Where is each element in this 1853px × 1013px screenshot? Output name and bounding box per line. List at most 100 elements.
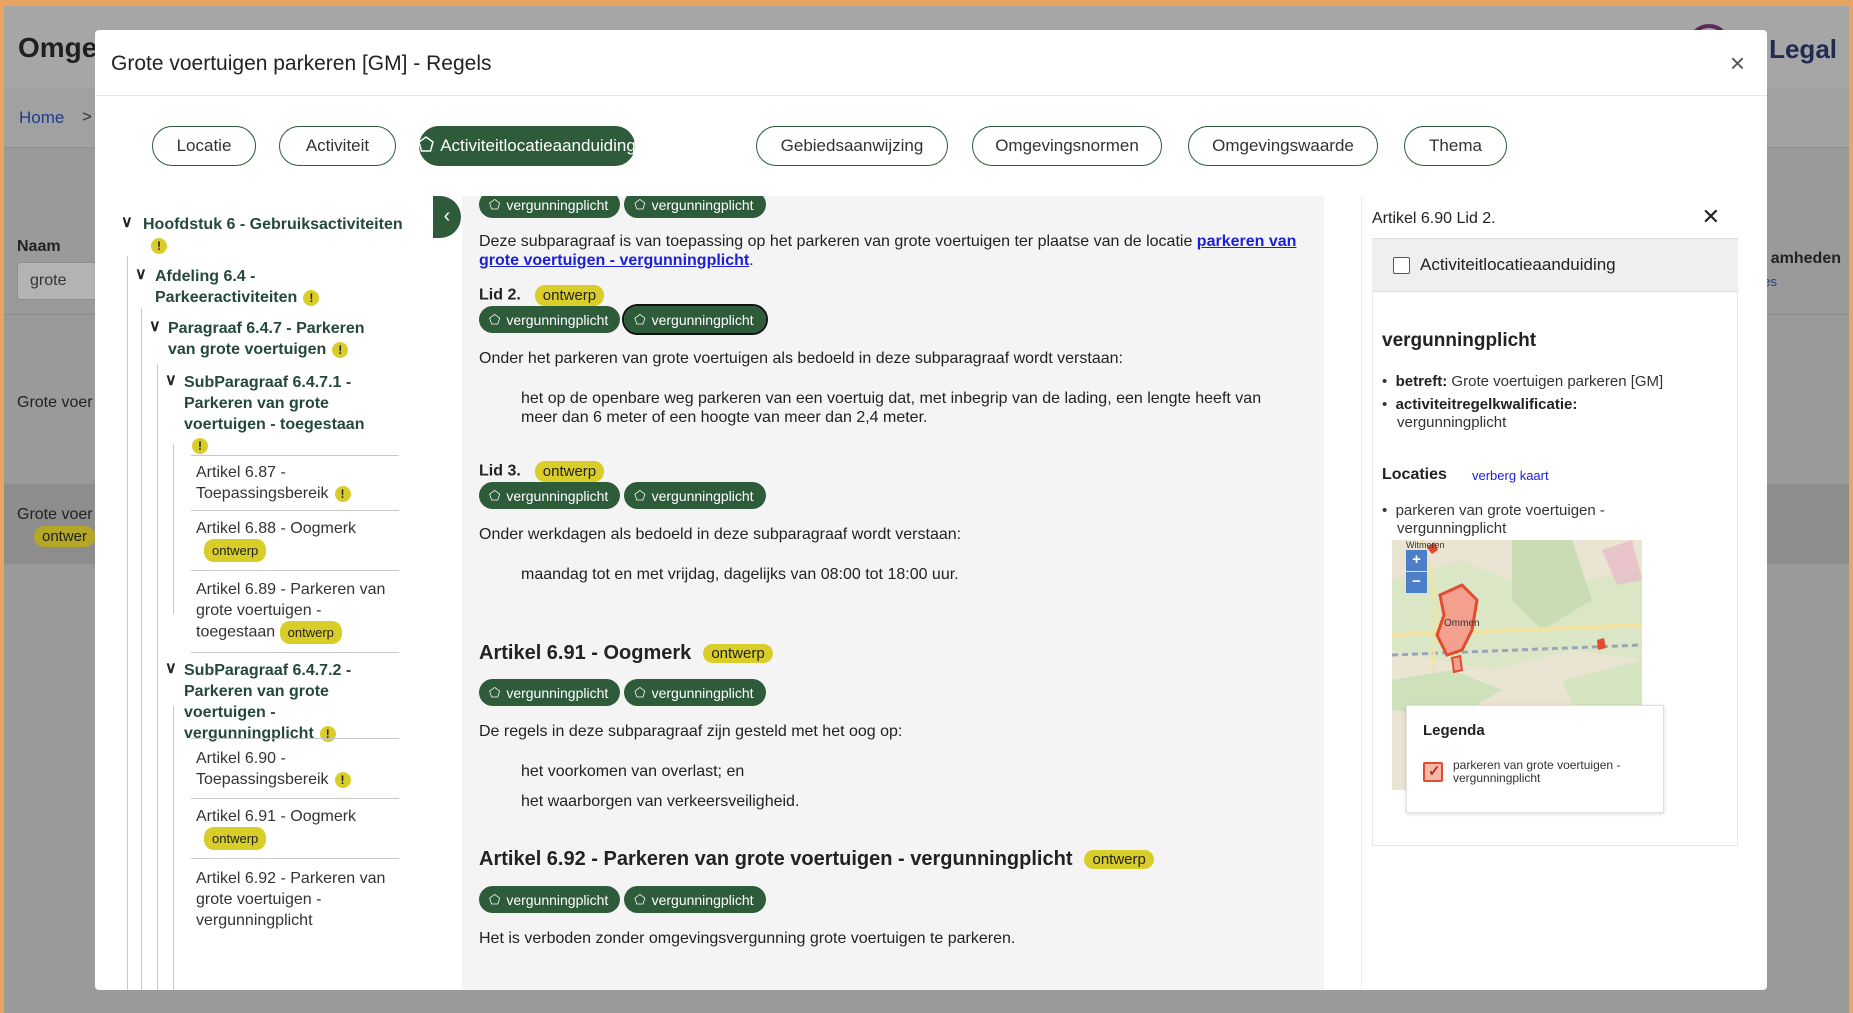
tag-label: vergunningplicht — [651, 487, 754, 504]
tree-label: Artikel 6.88 - Oogmerk — [196, 520, 357, 537]
tree-artikel-6-90[interactable]: Artikel 6.90 - Toepassingsbereik! — [196, 748, 396, 790]
detail-kwalificatie: • activiteitregelkwalificatie: vergunning… — [1382, 396, 1578, 431]
close-icon[interactable]: × — [1730, 48, 1745, 79]
close-icon[interactable]: ✕ — [1702, 204, 1720, 230]
lid3-definition: maandag tot en met vrijdag, dagelijks va… — [521, 566, 959, 583]
divider — [191, 858, 399, 859]
chevron-down-icon[interactable]: ∨ — [165, 658, 177, 678]
tree-label: Artikel 6.91 - Oogmerk — [196, 808, 357, 825]
naam-input[interactable]: grote — [17, 262, 107, 300]
detail-heading: vergunningplicht — [1382, 330, 1537, 351]
zoom-out-button[interactable]: − — [1406, 572, 1427, 593]
divider — [191, 455, 399, 456]
locaties-heading: Locaties — [1382, 466, 1447, 483]
filter-omgevingsnormen[interactable]: Omgevingsnormen — [972, 126, 1162, 166]
filter-activiteit[interactable]: Activiteit — [279, 126, 396, 166]
filter-label: Omgevingsnormen — [995, 136, 1139, 155]
warning-icon: ! — [303, 289, 320, 306]
filter-gebiedsaanwijzing[interactable]: Gebiedsaanwijzing — [756, 126, 948, 166]
location-item-label: vergunningplicht — [1397, 520, 1507, 537]
map-town-label: Ommen — [1444, 618, 1480, 629]
tree-guide — [173, 706, 174, 990]
tree-label: van grote voertuigen — [168, 341, 327, 358]
chevron-down-icon[interactable]: ∨ — [121, 212, 133, 232]
status-badge: ontwerp — [279, 621, 342, 644]
tree-label: voertuigen - — [184, 704, 276, 721]
zoom-in-button[interactable]: + — [1406, 550, 1427, 571]
divider — [191, 510, 399, 511]
bg-result-row-1[interactable]: Grote voer — [17, 394, 93, 412]
tree-artikel-6-92[interactable]: Artikel 6.92 - Parkeren van grote voertu… — [196, 868, 406, 931]
tree-guide — [141, 308, 142, 990]
filter-activiteitlocatieaanduiding[interactable]: Activiteitlocatieaanduiding — [418, 126, 636, 166]
tree-artikel-6-88[interactable]: Artikel 6.88 - Oogmerk ontwerp — [196, 518, 396, 562]
lid2-heading: Lid 2. ontwerp — [479, 285, 605, 306]
legend-item: parkeren van grote voertuigen - vergunni… — [1453, 758, 1621, 785]
filter-label: Locatie — [176, 136, 232, 155]
regels-modal: Grote voertuigen parkeren [GM] - Regels … — [95, 30, 1767, 990]
activiteitlocatieaanduiding-toggle[interactable]: Activiteitlocatieaanduiding — [1372, 238, 1738, 292]
pentagon-icon: ⬠ — [634, 196, 646, 212]
naam-label: Naam — [17, 238, 61, 255]
tag-vergunningplicht[interactable]: ⬠ vergunningplicht — [624, 196, 766, 218]
tree-subparagraaf-6-4-7-2[interactable]: SubParagraaf 6.4.7.2 - Parkeren van grot… — [184, 660, 424, 744]
tree-subparagraaf-6-4-7-1[interactable]: SubParagraaf 6.4.7.1 - Parkeren van grot… — [184, 372, 424, 456]
filter-label: Omgevingswaarde — [1212, 136, 1354, 155]
tag-vergunningplicht[interactable]: ⬠ vergunningplicht — [624, 679, 766, 706]
legend-checkbox-icon[interactable] — [1423, 762, 1443, 782]
pentagon-icon: ⬠ — [489, 891, 501, 907]
pentagon-icon: ⬠ — [634, 311, 646, 327]
chevron-down-icon[interactable]: ∨ — [135, 264, 147, 284]
tree-label: Parkeren van grote — [184, 683, 329, 700]
divider — [191, 738, 399, 739]
tree-afdeling-6-4[interactable]: Afdeling 6.4 - Parkeeractiviteiten! — [155, 266, 425, 308]
tag-vergunningplicht[interactable]: ⬠ vergunningplicht — [624, 886, 766, 913]
tree-label: toegestaan — [196, 623, 276, 641]
location-list-item[interactable]: • parkeren van grote voertuigen - vergunn… — [1382, 502, 1605, 538]
modal-header: Grote voertuigen parkeren [GM] - Regels … — [95, 30, 1767, 96]
divider — [191, 570, 399, 571]
tag-vergunningplicht[interactable]: ⬠ vergunningplicht — [624, 482, 766, 509]
checkbox[interactable] — [1393, 257, 1410, 274]
tag-vergunningplicht[interactable]: ⬠ vergunningplicht — [479, 306, 621, 333]
tag-vergunningplicht[interactable]: ⬠ vergunningplicht — [479, 482, 621, 509]
tag-row: ⬠ vergunningplicht ⬠ vergunningplicht — [479, 304, 770, 335]
collapse-sidebar-button[interactable]: ‹ — [433, 196, 461, 238]
status-badge: ontwerp — [534, 285, 605, 306]
regels-content: ⬠ vergunningplicht ⬠ vergunningplicht Deze … — [462, 196, 1324, 990]
chevron-down-icon[interactable]: ∨ — [149, 316, 161, 336]
location-link-b: grote voertuigen - vergunningplicht — [479, 252, 750, 269]
tag-vergunningplicht[interactable]: ⬠ vergunningplicht — [479, 196, 621, 218]
warning-icon: ! — [319, 725, 336, 742]
tree-hoofdstuk-6[interactable]: Hoofdstuk 6 - Gebruiksactiviteiten ! — [143, 214, 433, 256]
tag-vergunningplicht[interactable]: ⬠ vergunningplicht — [479, 679, 621, 706]
chevron-down-icon[interactable]: ∨ — [165, 370, 177, 390]
detail-panel-title: Artikel 6.90 Lid 2. — [1372, 210, 1496, 227]
breadcrumb-home[interactable]: Home — [19, 108, 64, 128]
tree-paragraaf-6-4-7[interactable]: Paragraaf 6.4.7 - Parkeren van grote voe… — [168, 318, 428, 360]
filter-omgevingswaarde[interactable]: Omgevingswaarde — [1188, 126, 1378, 166]
detail-key: activiteitregelkwalificatie: — [1395, 396, 1578, 413]
tag-label: vergunningplicht — [506, 311, 609, 328]
tag-label: vergunningplicht — [506, 196, 609, 213]
tree-artikel-6-87[interactable]: Artikel 6.87 - Toepassingsbereik! — [196, 462, 396, 504]
lid3-heading: Lid 3. ontwerp — [479, 461, 605, 482]
map-top-label: Witmeren — [1406, 540, 1445, 550]
tree-navigation: ∨ Hoofdstuk 6 - Gebruiksactiviteiten ! ∨… — [111, 196, 433, 990]
tree-label: vergunningplicht — [184, 725, 314, 742]
hide-map-link[interactable]: verberg kaart — [1472, 468, 1549, 483]
tag-vergunningplicht[interactable]: ⬠ vergunningplicht — [479, 886, 621, 913]
detail-key: betreft: — [1395, 373, 1448, 390]
filter-locatie[interactable]: Locatie — [152, 126, 256, 166]
tree-artikel-6-89[interactable]: Artikel 6.89 - Parkeren van grote voertu… — [196, 579, 406, 644]
tree-label: Parkeren van grote — [184, 395, 329, 412]
tree-label: SubParagraaf 6.4.7.1 - — [184, 374, 352, 391]
filter-thema[interactable]: Thema — [1404, 126, 1507, 166]
tag-vergunningplicht-selected[interactable]: ⬠ vergunningplicht — [622, 304, 768, 335]
lid1-text: Deze subparagraaf is van toepassing op h… — [479, 232, 1319, 270]
tree-artikel-6-91[interactable]: Artikel 6.91 - Oogmerk ontwerp — [196, 806, 396, 850]
tree-guide — [173, 444, 174, 614]
tag-row: ⬠ vergunningplicht ⬠ vergunningplicht — [479, 482, 770, 509]
tree-label: Toepassingsbereik — [196, 771, 329, 788]
filter-label: Thema — [1429, 136, 1482, 155]
